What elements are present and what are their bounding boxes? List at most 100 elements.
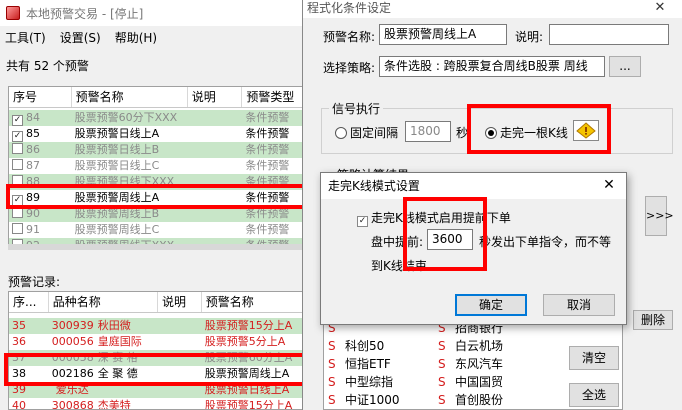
- menu-bar: 工具(T) 设置(S) 帮助(H): [0, 29, 157, 49]
- record-name: 皇庭国际: [97, 335, 142, 348]
- alert-checkbox[interactable]: [12, 143, 23, 154]
- monitor-name-left: 中型综指: [345, 375, 394, 389]
- delete-button[interactable]: 删除: [633, 310, 673, 330]
- col-rec-desc[interactable]: 说明: [158, 292, 202, 312]
- dialog-title: 程式化条件设定: [303, 0, 682, 18]
- monitor-name-right: 白云机场: [455, 339, 504, 353]
- alert-no: 87: [26, 159, 40, 172]
- record-code: 000056: [51, 335, 94, 348]
- highlight-kline-option: [467, 104, 611, 154]
- col-rec-name[interactable]: 品种名称: [49, 292, 158, 312]
- alerts-hscrollbar[interactable]: [8, 244, 304, 250]
- col-rec-no[interactable]: 序...: [9, 292, 49, 312]
- sub-dialog-title: 走完K线模式设置: [321, 173, 626, 199]
- record-no-cell: 35: [12, 319, 26, 332]
- early-order-checkbox[interactable]: ✓: [357, 216, 368, 227]
- dialog-close-icon[interactable]: ✕: [648, 0, 672, 16]
- strategy-input[interactable]: 条件选股 : 跨股票复合周线B股票 周线: [379, 56, 605, 77]
- record-desc-cell: [158, 318, 202, 334]
- alert-name-cell: 股票预警周线上C: [74, 223, 160, 236]
- signal-label: 信号执行: [329, 100, 384, 117]
- record-name: 杰美特: [97, 399, 131, 410]
- main-window: 本地预警交易 - [停止] 工具(T) 设置(S) 帮助(H) 共有 52 个预…: [0, 0, 306, 410]
- alert-checkbox[interactable]: ✓: [12, 115, 23, 126]
- alert-row[interactable]: 91 股票预警周线上C 条件预警: [9, 222, 303, 238]
- col-no[interactable]: 序号: [9, 87, 72, 107]
- record-row[interactable]: 35 300939 秋田微 股票预警15分上A: [9, 318, 303, 334]
- record-row[interactable]: 36 000056 皇庭国际 股票预警5分上A: [9, 334, 303, 350]
- col-name[interactable]: 预警名称: [72, 87, 188, 107]
- clear-button[interactable]: 清空: [569, 346, 619, 370]
- desc-input[interactable]: [549, 24, 669, 45]
- menu-tools[interactable]: 工具(T): [5, 29, 46, 49]
- col-desc[interactable]: 说明: [188, 87, 243, 107]
- menu-help[interactable]: 帮助(H): [115, 29, 157, 49]
- alert-row[interactable]: 86 股票预警日线上B 条件预警: [9, 142, 303, 158]
- alert-no-cell: ✓ 84: [9, 110, 72, 126]
- cancel-button[interactable]: 取消: [543, 294, 615, 316]
- alert-type-cell: 条件预警: [245, 159, 290, 172]
- monitor-name-right: 首创股份: [455, 393, 504, 407]
- alerts-table-body: ✓ 84 股票预警60分下XXX 条件预警 ✓ 85 股票预警日线上A 条件预警 86 股票预警日…: [9, 108, 303, 247]
- alert-checkbox[interactable]: [12, 223, 23, 234]
- record-name-cell: 000056 皇庭国际: [49, 334, 158, 350]
- sub-close-icon[interactable]: ✕: [600, 177, 618, 195]
- interval-input[interactable]: 1800: [405, 121, 451, 142]
- name-input[interactable]: 股票预警周线上A: [379, 24, 507, 45]
- monitor-name-left: 中证1000: [345, 393, 400, 407]
- ok-button[interactable]: 确定: [455, 294, 527, 316]
- record-code: 300868: [51, 399, 94, 410]
- col-rec-alert[interactable]: 预警名称: [202, 292, 303, 312]
- highlight-early-order: [403, 197, 487, 271]
- alerts-table: 序号 预警名称 说明 预警类型 ✓ 84 股票预警60分下XXX 条件预警 ✓ 85 股票预…: [8, 86, 304, 248]
- strategy-label: 选择策略:: [323, 61, 376, 75]
- alert-name-cell: 股票预警日线上A: [74, 127, 160, 140]
- highlight-alert-row: [6, 184, 306, 209]
- menu-settings[interactable]: 设置(S): [60, 29, 101, 49]
- highlight-record-row: [4, 353, 306, 386]
- records-label: 预警记录:: [8, 275, 61, 289]
- alert-checkbox[interactable]: [12, 159, 23, 170]
- monitor-s-icon: S: [438, 339, 446, 353]
- alert-type-cell: 条件预警: [245, 111, 290, 124]
- alert-no: 86: [26, 143, 40, 156]
- fixed-interval-option[interactable]: 固定间隔: [335, 124, 398, 141]
- alert-no-cell: 87: [9, 158, 72, 174]
- alert-row[interactable]: ✓ 85 股票预警日线上A 条件预警: [9, 126, 303, 142]
- alert-row[interactable]: 87 股票预警日线上C 条件预警: [9, 158, 303, 174]
- alert-no: 91: [26, 223, 40, 236]
- alert-type-cell: 条件预警: [245, 143, 290, 156]
- record-no-cell: 36: [12, 335, 26, 348]
- monitor-s-icon: S: [328, 339, 336, 353]
- alert-checkbox[interactable]: ✓: [12, 131, 23, 142]
- monitor-s-icon: S: [438, 393, 446, 407]
- monitor-s-icon: S: [438, 375, 446, 389]
- record-alert-cell: 股票预警15分上A: [204, 319, 293, 332]
- col-type[interactable]: 预警类型: [242, 87, 303, 107]
- record-row[interactable]: 40 300868 杰美特 股票预警15分上A: [9, 398, 303, 410]
- alert-row[interactable]: ✓ 84 股票预警60分下XXX 条件预警: [9, 110, 303, 126]
- name-label: 预警名称:: [323, 30, 376, 44]
- alert-desc-cell: [188, 110, 243, 126]
- monitor-s-icon: S: [328, 393, 336, 407]
- alert-count: 共有 52 个预警: [6, 59, 89, 73]
- record-name: 秋田微: [97, 319, 131, 332]
- alert-no: 85: [26, 127, 40, 140]
- monitor-name-left: 科创50: [345, 339, 385, 353]
- monitor-name-left: 恒指ETF: [345, 357, 391, 371]
- alert-name-cell: 股票预警日线上B: [74, 143, 160, 156]
- alert-desc-cell: [188, 126, 243, 142]
- more-button[interactable]: >>>: [645, 196, 674, 236]
- alert-desc-cell: [188, 222, 243, 238]
- monitor-s-icon: S: [328, 375, 336, 389]
- monitor-name-right: 东风汽车: [455, 357, 504, 371]
- fixed-interval-radio[interactable]: [335, 127, 347, 139]
- monitor-name-right: 中国国贸: [455, 375, 504, 389]
- alert-no-cell: 86: [9, 142, 72, 158]
- select-all-button[interactable]: 全选: [569, 383, 619, 407]
- alert-no-cell: ✓ 85: [9, 126, 72, 142]
- strategy-browse-button[interactable]: ...: [609, 56, 641, 77]
- app-icon: [6, 6, 20, 20]
- alert-no: 84: [26, 111, 40, 124]
- monitor-s-icon: S: [438, 357, 446, 371]
